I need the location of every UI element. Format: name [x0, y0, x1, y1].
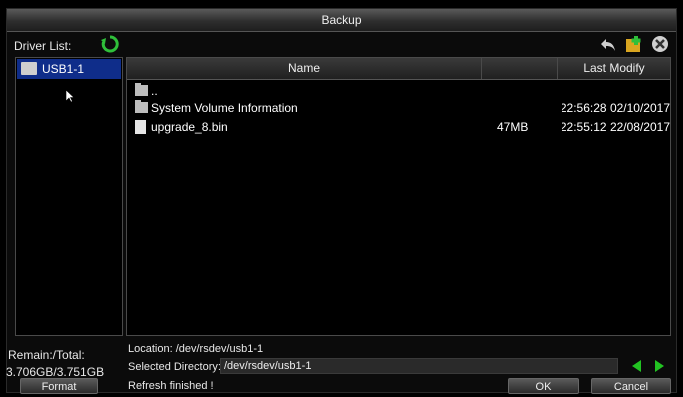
location-text: Location: /dev/rsdev/usb1-1: [128, 343, 264, 355]
arrow-left-icon[interactable]: [632, 360, 641, 372]
file-name: upgrade_8.bin: [151, 120, 228, 134]
storage-value: 3.706GB/3.751GB: [6, 365, 105, 379]
window-title: Backup: [7, 9, 676, 32]
file-icon: [135, 120, 146, 134]
arrow-right-icon[interactable]: [655, 360, 664, 372]
cancel-button[interactable]: Cancel: [591, 378, 671, 394]
file-name: System Volume Information: [151, 101, 298, 115]
selected-directory-field[interactable]: /dev/rsdev/usb1-1: [220, 358, 618, 374]
selected-directory-label: Selected Directory:: [128, 361, 221, 373]
format-button[interactable]: Format: [20, 378, 98, 394]
drive-item-usb1-1[interactable]: USB1-1: [17, 59, 121, 79]
usb-drive-icon: [21, 62, 37, 75]
new-folder-icon[interactable]: [624, 35, 644, 53]
storage-label: Remain:/Total:: [8, 348, 85, 362]
column-name[interactable]: Name: [127, 58, 482, 79]
folder-icon: [135, 100, 148, 113]
refresh-icon[interactable]: [100, 34, 120, 54]
column-last-modify[interactable]: Last Modify: [558, 58, 670, 79]
file-modified: 22/08/2017 22:55:12: [562, 120, 670, 134]
file-modified: 02/10/2017 22:56:28: [562, 101, 670, 115]
file-size: 47MB: [497, 120, 529, 134]
column-size[interactable]: [482, 58, 558, 79]
folder-icon: [135, 83, 148, 96]
status-text: Refresh finished !: [128, 380, 214, 392]
table-header: Name Last Modify: [127, 58, 670, 80]
driver-list-label: Driver List:: [14, 39, 72, 53]
table-row[interactable]: System Volume Information 02/10/2017 22:…: [127, 98, 670, 118]
mouse-cursor-icon: [66, 90, 75, 103]
ok-button[interactable]: OK: [508, 378, 579, 394]
back-icon[interactable]: [600, 38, 616, 52]
drive-item-label: USB1-1: [42, 62, 85, 76]
table-row[interactable]: upgrade_8.bin 47MB 22/08/2017 22:55:12: [127, 117, 670, 137]
delete-icon[interactable]: [650, 35, 670, 53]
